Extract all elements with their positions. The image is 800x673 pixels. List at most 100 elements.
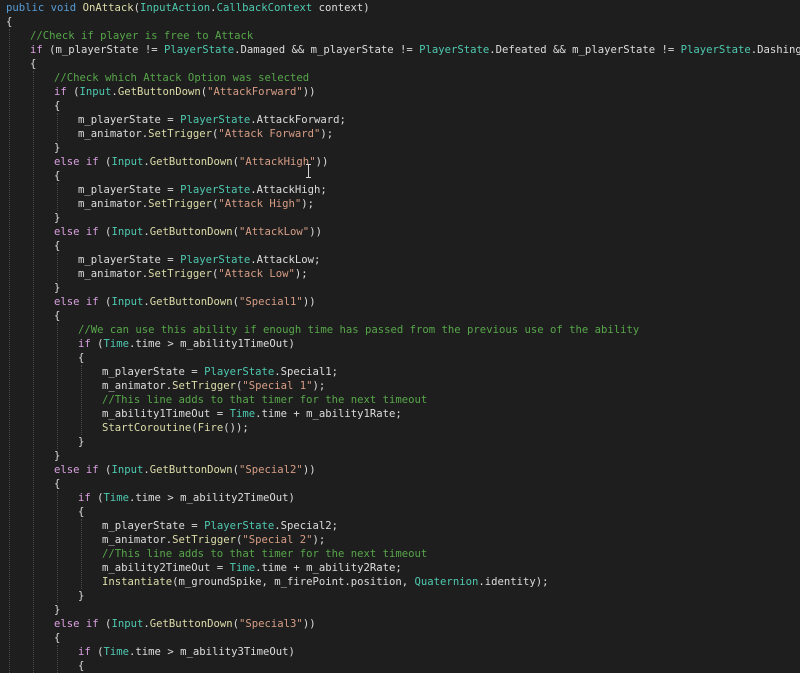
code-token-plain: { (54, 240, 61, 252)
code-token-plain: } (54, 282, 61, 294)
code-token-plain: { (78, 352, 85, 364)
code-line[interactable]: m_animator.SetTrigger("Attack Forward"); (0, 127, 800, 141)
code-line[interactable]: m_animator.SetTrigger("Special 1"); (0, 379, 800, 393)
code-token-type: PlayerState (180, 114, 251, 126)
code-token-plain: ( (66, 86, 80, 98)
code-text: } (54, 141, 60, 155)
code-token-plain: ( (90, 338, 104, 350)
code-line[interactable]: m_ability1TimeOut = Time.time + m_abilit… (0, 407, 800, 421)
code-text: m_animator.SetTrigger("Attack High"); (78, 197, 314, 211)
code-line[interactable]: { (0, 239, 800, 253)
code-text: { (78, 659, 84, 673)
code-token-string: "Special 1" (242, 380, 313, 392)
code-line[interactable]: } (0, 211, 800, 225)
code-line[interactable]: //This line adds to that timer for the n… (0, 393, 800, 407)
code-line[interactable]: else if (Input.GetButtonDown("Special3")… (0, 617, 800, 631)
code-text: else if (Input.GetButtonDown("AttackLow"… (54, 225, 322, 239)
code-token-comment: //Check which Attack Option was selected (54, 72, 310, 84)
code-editor[interactable]: public void OnAttack(InputAction.Callbac… (0, 0, 800, 673)
code-token-plain: } (54, 212, 61, 224)
code-line[interactable]: } (0, 435, 800, 449)
code-token-plain: .Defeated && m_playerState != (489, 44, 681, 56)
code-line[interactable]: m_playerState = PlayerState.AttackLow; (0, 253, 800, 267)
code-token-plain: .time > m_ability1TimeOut) (129, 338, 295, 350)
code-token-keyword: void (50, 2, 77, 14)
code-text: } (78, 589, 84, 603)
code-line[interactable]: m_animator.SetTrigger("Attack Low"); (0, 267, 800, 281)
code-token-plain: m_playerState = (78, 114, 181, 126)
code-line[interactable]: { (0, 659, 800, 673)
code-token-type: Time (229, 408, 256, 420)
code-token-plain: m_playerState = (102, 520, 205, 532)
code-line[interactable]: { (0, 15, 800, 29)
code-text: m_ability1TimeOut = Time.time + m_abilit… (102, 407, 402, 421)
code-token-plain: .time + m_ability2Rate; (255, 562, 402, 574)
code-token-string: "Special2" (239, 464, 303, 476)
code-token-plain: m_animator. (78, 198, 149, 210)
code-text: { (54, 169, 60, 183)
code-line[interactable]: m_animator.SetTrigger("Special 2"); (0, 533, 800, 547)
code-text: if (Time.time > m_ability2TimeOut) (78, 491, 295, 505)
code-line[interactable]: if (Time.time > m_ability1TimeOut) (0, 337, 800, 351)
code-text: //This line adds to that timer for the n… (102, 393, 427, 407)
code-line[interactable]: if (m_playerState != PlayerState.Damaged… (0, 43, 800, 57)
code-line[interactable]: m_playerState = PlayerState.AttackForwar… (0, 113, 800, 127)
code-line[interactable]: { (0, 57, 800, 71)
code-text: if (Time.time > m_ability3TimeOut) (78, 645, 295, 659)
code-line[interactable]: } (0, 281, 800, 295)
code-token-plain: ); (312, 534, 326, 546)
code-line[interactable]: { (0, 631, 800, 645)
code-line[interactable]: { (0, 169, 800, 183)
code-line[interactable]: else if (Input.GetButtonDown("AttackLow"… (0, 225, 800, 239)
code-line[interactable]: { (0, 505, 800, 519)
code-line[interactable]: m_playerState = PlayerState.AttackHigh; (0, 183, 800, 197)
code-line[interactable]: if (Input.GetButtonDown("AttackForward")… (0, 85, 800, 99)
code-line[interactable]: { (0, 309, 800, 323)
code-line[interactable]: if (Time.time > m_ability3TimeOut) (0, 645, 800, 659)
code-token-plain: m_animator. (102, 380, 173, 392)
code-line[interactable]: StartCoroutine(Fire()); (0, 421, 800, 435)
code-line[interactable]: //Check which Attack Option was selected (0, 71, 800, 85)
code-token-string: "Special 2" (242, 534, 313, 546)
code-token-plain: m_ability2TimeOut = (102, 562, 230, 574)
code-token-plain: ( (98, 464, 112, 476)
code-token-method: GetButtonDown (149, 156, 233, 168)
code-token-plain: )) (302, 618, 316, 630)
code-text: m_animator.SetTrigger("Attack Low"); (78, 267, 308, 281)
code-token-plain: ); (294, 268, 308, 280)
code-text: } (54, 449, 60, 463)
code-line[interactable]: m_playerState = PlayerState.Special1; (0, 365, 800, 379)
code-token-control: if (85, 618, 99, 630)
code-line[interactable]: //Check if player is free to Attack (0, 29, 800, 43)
code-line[interactable]: else if (Input.GetButtonDown("Special1")… (0, 295, 800, 309)
code-token-type: Time (103, 492, 130, 504)
code-line[interactable]: { (0, 99, 800, 113)
code-line[interactable]: else if (Input.GetButtonDown("AttackHigh… (0, 155, 800, 169)
code-token-method: GetButtonDown (149, 464, 233, 476)
code-line[interactable]: } (0, 449, 800, 463)
code-text: } (54, 281, 60, 295)
code-token-plain: ( (98, 296, 112, 308)
code-line[interactable]: else if (Input.GetButtonDown("Special2")… (0, 463, 800, 477)
code-line[interactable]: m_animator.SetTrigger("Attack High"); (0, 197, 800, 211)
code-token-control: if (78, 492, 91, 504)
code-token-type: PlayerState (204, 366, 275, 378)
code-line[interactable]: } (0, 589, 800, 603)
code-line[interactable]: } (0, 603, 800, 617)
code-line[interactable]: } (0, 141, 800, 155)
code-line[interactable]: m_playerState = PlayerState.Special2; (0, 519, 800, 533)
code-line[interactable]: //This line adds to that timer for the n… (0, 547, 800, 561)
code-line[interactable]: //We can use this ability if enough time… (0, 323, 800, 337)
code-line[interactable]: { (0, 351, 800, 365)
code-token-plain: )) (302, 296, 316, 308)
code-token-plain: .time > m_ability2TimeOut) (129, 492, 295, 504)
code-text: { (78, 505, 84, 519)
code-line[interactable]: Instantiate(m_groundSpike, m_firePoint.p… (0, 575, 800, 589)
code-line[interactable]: public void OnAttack(InputAction.Callbac… (0, 1, 800, 15)
code-token-plain: .time > m_ability3TimeOut) (129, 646, 295, 658)
code-line[interactable]: if (Time.time > m_ability2TimeOut) (0, 491, 800, 505)
code-line[interactable]: m_ability2TimeOut = Time.time + m_abilit… (0, 561, 800, 575)
code-token-plain: )) (302, 86, 316, 98)
code-token-plain: )) (302, 464, 316, 476)
code-line[interactable]: { (0, 477, 800, 491)
